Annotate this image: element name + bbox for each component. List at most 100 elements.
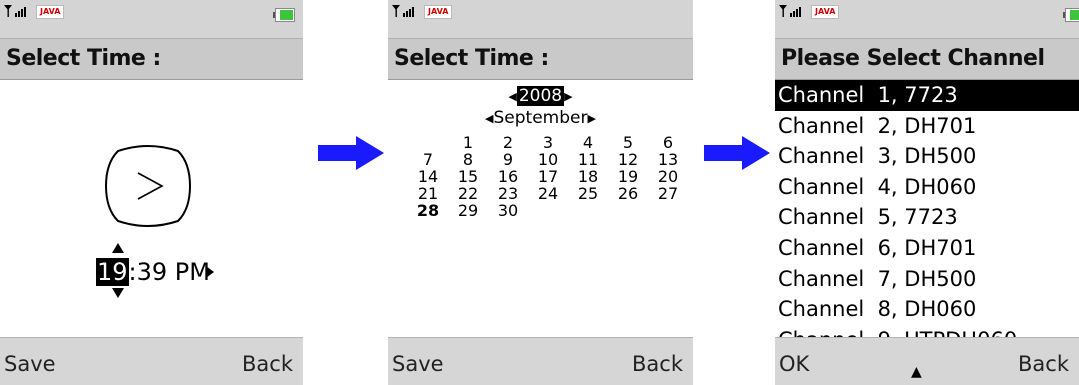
calendar-day[interactable]: 7 [408,151,448,168]
calendar-day[interactable]: 2 [488,134,528,151]
prev-month-icon[interactable]: ◀ [485,112,493,125]
channel-item[interactable]: Channel 6, DH701 [775,233,1079,264]
channel-item[interactable]: Channel 5, 7723 [775,202,1079,233]
calendar-day[interactable]: 30 [488,202,528,219]
year-value[interactable]: 2008 [516,86,565,106]
calendar-day[interactable]: 13 [648,151,688,168]
calendar-day[interactable]: 21 [408,185,448,202]
calendar-day[interactable]: 17 [528,168,568,185]
arrow-right-icon [318,136,384,170]
calendar-day[interactable]: 11 [568,151,608,168]
calendar-day[interactable]: 28 [408,202,448,219]
softkey-bar: Save Back [388,337,693,385]
arrow-right-icon [704,136,770,170]
next-month-icon[interactable]: ▶ [587,112,595,125]
page-title: Please Select Channel [781,46,1045,71]
month-selector[interactable]: ◀September▶ [388,108,693,128]
calendar-day[interactable]: 16 [488,168,528,185]
calendar-day[interactable]: 23 [488,185,528,202]
calendar-day[interactable]: 22 [448,185,488,202]
title-bar: Select Time : [388,38,693,80]
back-button[interactable]: Back [632,352,683,376]
calendar-day[interactable]: 25 [568,185,608,202]
back-button[interactable]: Back [242,352,293,376]
phone-screen-time: JAVA Select Time : 19:39 PM Save Back [0,0,303,385]
calendar-day[interactable]: 12 [608,151,648,168]
status-bar: JAVA [775,0,1079,38]
channel-item[interactable]: Channel 2, DH701 [775,111,1079,142]
calendar-day[interactable]: 8 [448,151,488,168]
calendar-week: 21 22 23 24 25 26 27 [408,185,688,202]
clock-icon [104,145,192,227]
channel-item[interactable]: Channel 4, DH060 [775,172,1079,203]
title-bar: Please Select Channel [775,38,1079,80]
scroll-down-icon: ▲ [911,364,922,380]
calendar-day[interactable]: 29 [448,202,488,219]
channel-item[interactable]: Channel 8, DH060 [775,294,1079,325]
calendar-day[interactable]: 27 [648,185,688,202]
channel-list-container: Channel 1, 7723 Channel 2, DH701 Channel 3… [775,80,1079,352]
calendar-day[interactable]: 5 [608,134,648,151]
calendar-day[interactable]: 19 [608,168,648,185]
calendar-day[interactable]: 15 [448,168,488,185]
status-bar: JAVA [388,0,693,38]
calendar-day[interactable]: 10 [528,151,568,168]
channel-item[interactable]: Channel 7, DH500 [775,264,1079,295]
calendar-day[interactable]: 18 [568,168,608,185]
status-bar: JAVA [0,0,303,38]
calendar-day[interactable]: 3 [528,134,568,151]
calendar-empty-cell [528,202,568,219]
back-button[interactable]: Back [1018,352,1069,376]
month-value[interactable]: September [494,108,588,128]
hour-field[interactable]: 19 [96,258,129,286]
calendar-day[interactable]: 9 [488,151,528,168]
calendar-day[interactable]: 14 [408,168,448,185]
calendar-day[interactable]: 20 [648,168,688,185]
softkey-bar: Save Back [0,337,303,385]
prev-year-icon[interactable]: ◀ [508,90,516,103]
time-value[interactable]: 19:39 PM [96,258,210,288]
minute-ampm-field: :39 PM [128,258,210,286]
calendar-week: 7 8 9 10 11 12 13 [408,151,688,168]
calendar-empty-cell [568,202,608,219]
calendar-empty-cell [648,202,688,219]
java-badge: JAVA [811,5,840,19]
softkey-bar: OK ▲ Back [775,337,1079,385]
spin-right-icon[interactable] [206,266,214,278]
signal-icon [779,5,801,17]
calendar-empty-cell [608,202,648,219]
calendar-day[interactable]: 6 [648,134,688,151]
channel-list: Channel 1, 7723 Channel 2, DH701 Channel 3… [775,80,1079,355]
page-title: Select Time : [394,46,549,71]
java-badge: JAVA [424,5,453,19]
signal-icon [392,5,414,17]
time-picker: 19:39 PM [0,80,303,338]
channel-item[interactable]: Channel 3, DH500 [775,141,1079,172]
phone-screen-date: JAVA Select Time : ◀ 2008 ▶ ◀September▶ 12… [388,0,693,385]
page-title: Select Time : [6,46,161,71]
calendar-grid: 1 2 3 4 5 6 7 8 9 10 11 12 13 14 15 16 17 18 19 20 21 22 23 24 2… [408,134,688,219]
date-picker: ◀ 2008 ▶ ◀September▶ 1 2 3 4 5 6 7 8 9 10 11 12 13 14 15… [388,80,693,338]
spin-up-icon[interactable] [112,243,124,253]
phone-screen-channel: JAVA Please Select Channel Channel 1, 77… [775,0,1079,385]
calendar-week: 28 29 30 [408,202,688,219]
calendar-day[interactable]: 4 [568,134,608,151]
calendar-day[interactable]: 26 [608,185,648,202]
battery-icon [1063,8,1079,22]
title-bar: Select Time : [0,38,303,80]
calendar-empty-cell [408,134,448,151]
signal-icon [4,5,26,17]
save-button[interactable]: Save [4,352,56,376]
save-button[interactable]: Save [392,352,444,376]
calendar-week: 14 15 16 17 18 19 20 [408,168,688,185]
calendar-day[interactable]: 1 [448,134,488,151]
calendar-week: 123456 [408,134,688,151]
year-selector[interactable]: ◀ 2008 ▶ [388,86,693,106]
ok-button[interactable]: OK [779,352,809,376]
next-year-icon[interactable]: ▶ [564,90,572,103]
battery-icon [273,8,295,22]
java-badge: JAVA [36,5,65,19]
spin-down-icon[interactable] [112,288,124,298]
channel-item[interactable]: Channel 1, 7723 [775,80,1079,111]
calendar-day[interactable]: 24 [528,185,568,202]
